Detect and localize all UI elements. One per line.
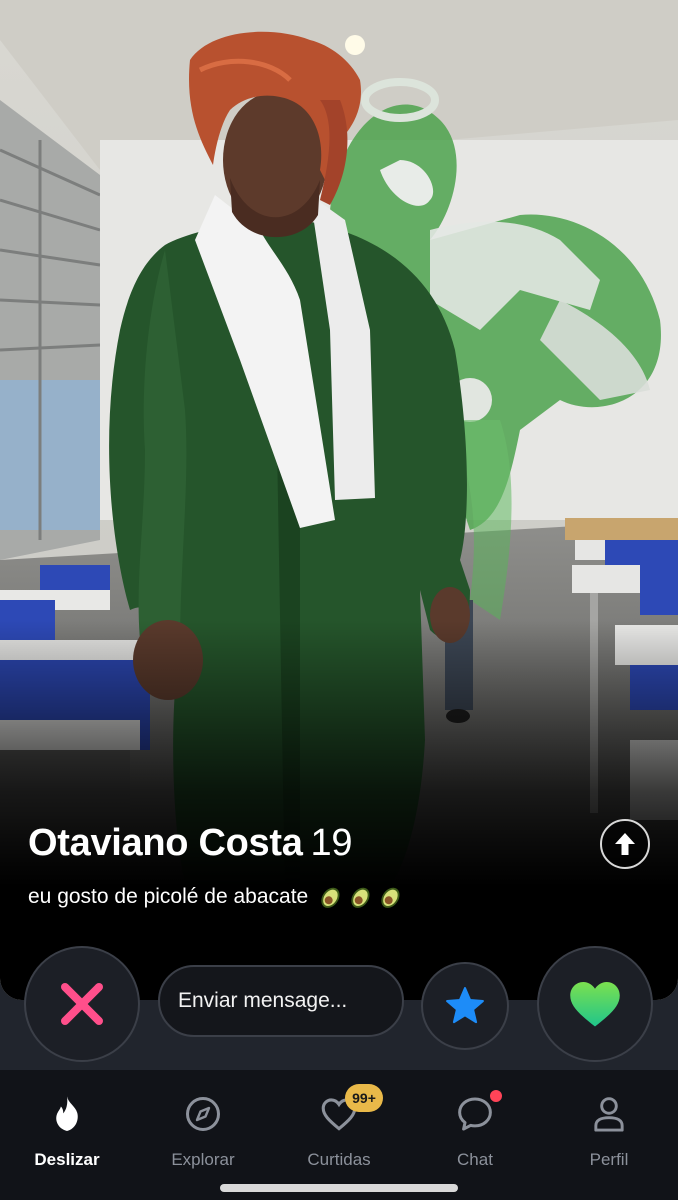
nav-item-perfil[interactable]: Perfil <box>544 1070 674 1180</box>
nav-label: Perfil <box>589 1150 629 1169</box>
profile-card[interactable]: Otaviano Costa 19 eu gosto de picolé de a… <box>0 0 678 1000</box>
compass-icon <box>183 1094 223 1134</box>
home-indicator <box>220 1184 458 1192</box>
superlike-button[interactable] <box>421 962 509 1050</box>
bio-emoji-row <box>318 884 404 910</box>
likes-count-badge: 99+ <box>345 1084 383 1112</box>
heart-icon <box>570 981 620 1027</box>
expand-profile-button[interactable] <box>600 819 650 869</box>
avocado-icon <box>381 887 400 908</box>
nav-label: Chat <box>457 1150 493 1169</box>
message-input[interactable]: Enviar mensage... <box>158 965 404 1037</box>
nav-label: Explorar <box>171 1150 235 1169</box>
arrow-up-icon <box>615 833 635 855</box>
nav-item-curtidas[interactable]: Curtidas <box>274 1070 404 1180</box>
profile-name-text: Otaviano Costa <box>28 822 303 864</box>
x-icon <box>61 983 103 1025</box>
nav-item-chat[interactable]: Chat <box>410 1070 540 1180</box>
avocado-icon <box>351 887 370 908</box>
avocado-icon <box>321 887 340 908</box>
nav-item-explorar[interactable]: Explorar <box>138 1070 268 1180</box>
nav-label: Curtidas <box>307 1150 371 1169</box>
chat-notification-dot <box>488 1088 504 1104</box>
message-input-placeholder: Enviar mensage... <box>178 989 348 1012</box>
nav-label: Deslizar <box>34 1150 100 1169</box>
flame-icon <box>47 1094 87 1134</box>
bottom-nav: Deslizar Explorar Curtidas Chat Perfil 9… <box>0 1070 678 1200</box>
profile-age: 19 <box>310 822 353 864</box>
action-bar: Enviar mensage... <box>0 940 678 1070</box>
nope-button[interactable] <box>24 946 140 1062</box>
star-icon <box>446 987 484 1024</box>
profile-name: Otaviano Costa 19 <box>28 822 353 865</box>
profile-bio-text: eu gosto de picolé de abacate <box>28 885 309 908</box>
profile-bio: eu gosto de picolé de abacate <box>28 884 404 910</box>
nav-item-deslizar[interactable]: Deslizar <box>2 1070 132 1180</box>
like-button[interactable] <box>537 946 653 1062</box>
person-icon <box>589 1094 629 1134</box>
